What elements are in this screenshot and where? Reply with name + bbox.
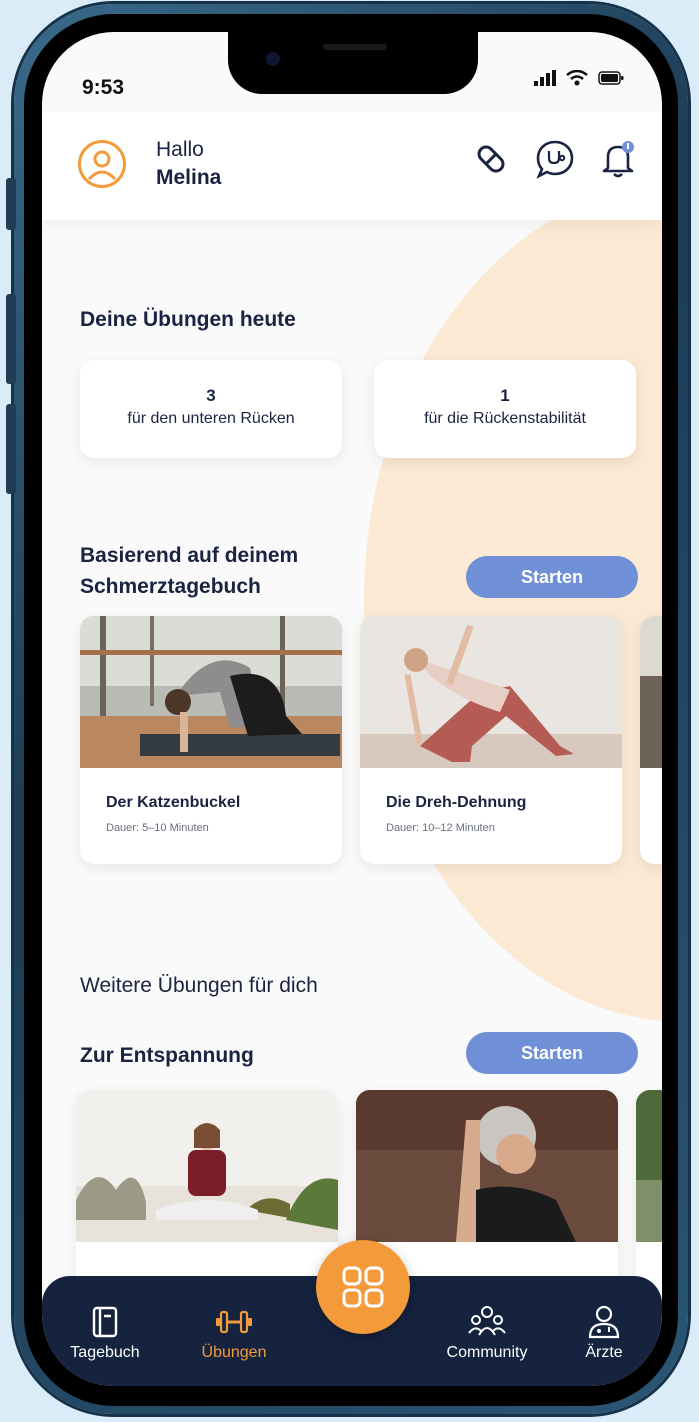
exercise-card-twist[interactable]: Die Dreh-Dehnung Dauer: 10–12 Minuten bbox=[360, 616, 622, 864]
diary-start-button[interactable]: Starten bbox=[466, 556, 638, 598]
nav-item-aerzte[interactable]: Ärzte bbox=[574, 1305, 634, 1362]
pill-icon[interactable] bbox=[470, 138, 512, 180]
nav-item-uebungen[interactable]: Übungen bbox=[192, 1306, 276, 1362]
exercise-title: Die Dreh-Dehnung bbox=[386, 794, 527, 811]
diary-title-line2: Schmerztagebuch bbox=[80, 575, 261, 598]
nav-label: Tagebuch bbox=[70, 1344, 140, 1361]
stat-label: für den unteren Rücken bbox=[127, 410, 295, 427]
center-menu-button[interactable] bbox=[316, 1240, 410, 1334]
stat-card-lower-back[interactable]: 3 für den unteren Rücken bbox=[80, 360, 342, 458]
diary-title-line1: Basierend auf deinem bbox=[80, 544, 299, 567]
user-icon bbox=[87, 150, 117, 181]
exercise-photo-center-breathing bbox=[356, 1090, 618, 1242]
stat-count: 3 bbox=[206, 386, 216, 405]
nav-label: Community bbox=[446, 1344, 528, 1361]
app-screen: 9:53 Hallo Melina Deine Übungen heute 3 … bbox=[42, 32, 662, 1386]
exercise-card-cat[interactable]: Der Katzenbuckel Dauer: 5–10 Minuten bbox=[80, 616, 342, 864]
speaker bbox=[323, 44, 387, 50]
diary-icon bbox=[92, 1306, 118, 1338]
stat-count: 1 bbox=[500, 386, 510, 405]
dumbbell-icon bbox=[216, 1310, 252, 1334]
header-actions bbox=[470, 138, 638, 180]
greeting: Hallo Melina bbox=[156, 136, 221, 192]
user-name: Melina bbox=[156, 166, 222, 189]
grid-icon bbox=[342, 1266, 384, 1308]
status-icons bbox=[534, 70, 624, 86]
exercise-photo-partial-nature bbox=[636, 1090, 662, 1242]
nav-item-tagebuch[interactable]: Tagebuch bbox=[70, 1306, 140, 1362]
exercise-photo-partial bbox=[640, 616, 662, 768]
exercise-card-partial[interactable] bbox=[640, 616, 662, 864]
nav-label: Ärzte bbox=[585, 1344, 623, 1361]
notification-bell-icon[interactable] bbox=[598, 138, 638, 180]
relax-start-button[interactable]: Starten bbox=[466, 1032, 638, 1074]
notch bbox=[228, 32, 478, 94]
battery-icon bbox=[598, 71, 624, 85]
wifi-icon bbox=[566, 70, 588, 86]
community-icon bbox=[468, 1306, 506, 1336]
avatar[interactable] bbox=[78, 140, 126, 188]
volume-down-button bbox=[6, 404, 16, 494]
nav-item-community[interactable]: Community bbox=[434, 1306, 540, 1362]
exercise-photo-cat-pose bbox=[80, 616, 342, 768]
relax-section-title: Zur Entspannung bbox=[80, 1044, 254, 1067]
stat-label: für die Rückenstabilität bbox=[424, 410, 586, 427]
greeting-text: Hallo bbox=[156, 138, 204, 161]
nav-label: Übungen bbox=[201, 1344, 267, 1361]
exercise-photo-buddha-pose bbox=[76, 1090, 338, 1242]
diary-section-title: Basierend auf deinem Schmerztagebuch bbox=[80, 540, 298, 602]
mute-switch bbox=[6, 178, 16, 230]
decorative-background-circle bbox=[364, 182, 662, 1022]
front-camera bbox=[266, 52, 280, 66]
volume-up-button bbox=[6, 294, 16, 384]
doctor-chat-icon[interactable] bbox=[534, 138, 576, 180]
signal-icon bbox=[534, 70, 556, 86]
exercise-duration: Dauer: 10–12 Minuten bbox=[386, 822, 495, 834]
stat-card-stability[interactable]: 1 für die Rückenstabilität bbox=[374, 360, 636, 458]
today-section-title: Deine Übungen heute bbox=[80, 308, 296, 331]
exercise-duration: Dauer: 5–10 Minuten bbox=[106, 822, 209, 834]
more-section-title: Weitere Übungen für dich bbox=[80, 974, 318, 997]
app-header: Hallo Melina bbox=[42, 112, 662, 220]
status-time: 9:53 bbox=[82, 76, 125, 99]
exercise-photo-twist-stretch bbox=[360, 616, 622, 768]
doctor-icon bbox=[588, 1305, 620, 1339]
exercise-title: Der Katzenbuckel bbox=[106, 794, 241, 811]
